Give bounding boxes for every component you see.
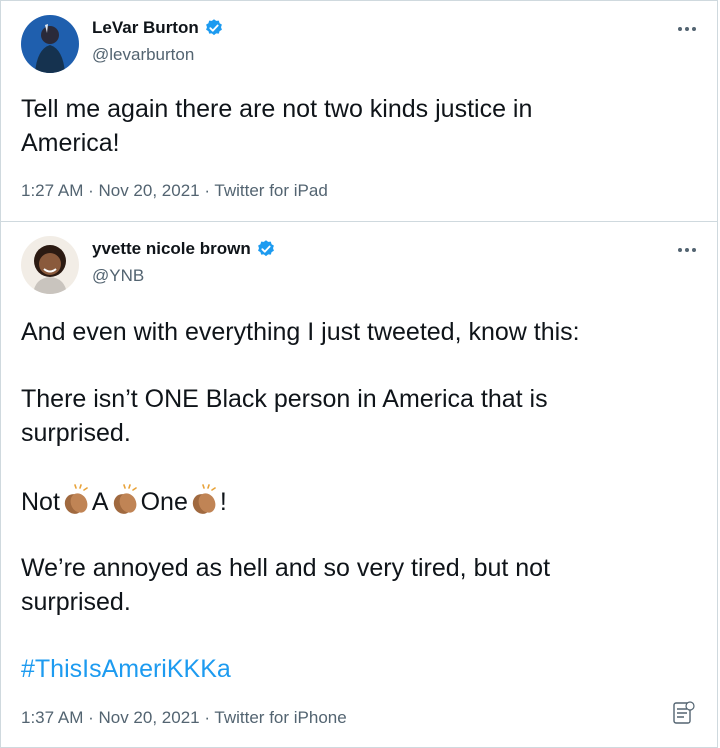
tweet-text-line: Tell me again there are not two kinds ju… [21, 95, 533, 123]
text-document-icon[interactable] [673, 701, 695, 725]
tweet-timestamp-source[interactable]: 1:37 AM · Nov 20, 2021 · Twitter for iPh… [21, 708, 347, 728]
more-options-icon[interactable] [675, 238, 699, 262]
tweet-paragraph: There isn’t ONE Black person in America … [21, 382, 697, 450]
tweet-text-line: We’re annoyed as hell and so very tired,… [21, 554, 551, 582]
tweet-paragraph-clap: Not A One! [21, 484, 697, 519]
avatar[interactable] [21, 236, 79, 294]
avatar[interactable] [21, 15, 79, 73]
word: One [140, 488, 188, 516]
author-handle[interactable]: @YNB [92, 266, 144, 286]
word: A [91, 488, 109, 516]
tweet-levar-burton: LeVar Burton @levarburton Tell me again … [0, 0, 718, 222]
tweet-text-line: surprised. [21, 588, 131, 616]
verified-badge-icon [205, 19, 222, 36]
word: ! [219, 488, 227, 516]
clapping-hands-icon [64, 484, 88, 514]
tweet-yvette-nicole-brown: yvette nicole brown @YNB And even with e… [0, 221, 718, 748]
tweet-paragraph: We’re annoyed as hell and so very tired,… [21, 551, 697, 619]
tweet-text: Tell me again there are not two kinds ju… [21, 92, 697, 160]
tweet-text-line: America! [21, 129, 120, 157]
clapping-hands-icon [192, 484, 216, 514]
clapping-hands-icon [113, 484, 137, 514]
tweet-timestamp-source[interactable]: 1:27 AM · Nov 20, 2021 · Twitter for iPa… [21, 181, 328, 201]
verified-badge-icon [257, 240, 274, 257]
tweet-text-line: There isn’t ONE Black person in America … [21, 385, 548, 413]
author-name-row: yvette nicole brown [92, 239, 276, 259]
tweet-text-line: surprised. [21, 419, 131, 447]
more-options-icon[interactable] [675, 17, 699, 41]
author-handle[interactable]: @levarburton [92, 45, 194, 65]
word: Not [21, 488, 60, 516]
hashtag-link[interactable]: #ThisIsAmeriKKKa [21, 655, 231, 683]
tweet-hashtag-line: #ThisIsAmeriKKKa [21, 652, 697, 686]
author-name-row: LeVar Burton [92, 18, 224, 38]
author-name[interactable]: yvette nicole brown [92, 239, 251, 259]
tweet-paragraph: And even with everything I just tweeted,… [21, 318, 580, 346]
author-name[interactable]: LeVar Burton [92, 18, 199, 38]
